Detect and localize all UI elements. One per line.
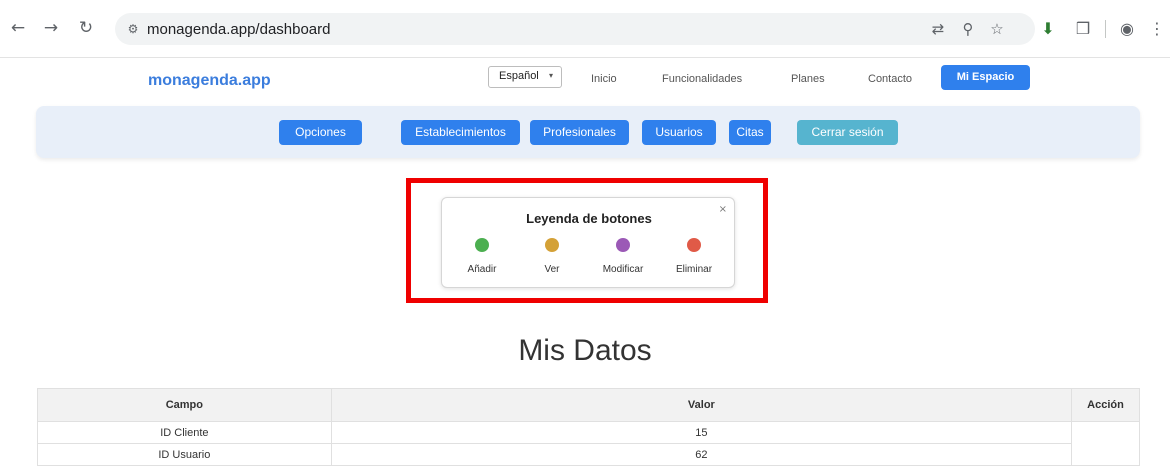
legend-label: Añadir [467,264,497,275]
usuarios-button[interactable]: Usuarios [642,120,716,145]
zoom-icon[interactable]: ⚲ [958,19,978,39]
legend-label: Eliminar [675,264,713,275]
nav-inicio[interactable]: Inicio [591,73,617,85]
page-title: Mis Datos [518,334,652,367]
forward-icon[interactable]: → [41,18,61,38]
back-icon[interactable]: ← [8,18,28,38]
language-select[interactable]: Español ▾ [488,66,562,88]
site-info-icon[interactable]: ⚙ [124,20,142,38]
nav-planes[interactable]: Planes [791,73,825,85]
legend-item-modificar: Modificar [588,238,658,275]
citas-button[interactable]: Citas [729,120,771,145]
column-header: Valor [330,388,1073,422]
cerrar-sesion-button[interactable]: Cerrar sesión [797,120,898,145]
menu-icon[interactable]: ⋮ [1146,18,1168,40]
reload-icon[interactable]: ↻ [76,18,96,38]
site-header: monagenda.app Español ▾ Inicio Funcional… [0,58,1170,106]
profesionales-button[interactable]: Profesionales [530,120,629,145]
profile-icon[interactable]: ◉ [1116,18,1138,40]
browser-toolbar: ← → ↻ ⚙ monagenda.app/dashboard ⇄ ⚲ ☆ ⬇ … [0,0,1170,58]
bookmark-star-icon[interactable]: ☆ [987,19,1007,39]
translate-icon[interactable]: ⇄ [928,19,948,39]
extensions-icon[interactable]: ❒ [1072,18,1094,40]
legend-title: Leyenda de botones [526,211,652,226]
mi-espacio-button[interactable]: Mi Espacio [941,65,1030,90]
legend-label: Ver [544,264,560,275]
edit-color-dot-icon [616,238,630,252]
cell-field: ID Cliente [37,421,332,444]
toolbar-divider [1105,20,1106,38]
add-color-dot-icon [475,238,489,252]
nav-contacto[interactable]: Contacto [868,73,912,85]
language-value: Español [499,70,539,82]
cell-value: 15 [330,421,1073,444]
table-header-row: Campo Valor Acción [37,388,1140,422]
table-row: ID Usuario 62 [37,443,1140,466]
cell-field: ID Usuario [37,443,332,466]
cell-value: 62 [330,443,1073,466]
table-row: ID Cliente 15 [37,421,1140,466]
column-header: Acción [1071,388,1140,422]
brand-logo[interactable]: monagenda.app [148,72,271,90]
data-table: Campo Valor Acción ID Cliente 15 ID Usua… [37,388,1140,466]
nav-funcionalidades[interactable]: Funcionalidades [662,73,742,85]
establecimientos-button[interactable]: Establecimientos [401,120,520,145]
download-icon[interactable]: ⬇ [1037,18,1059,40]
chevron-down-icon: ▾ [548,71,553,80]
view-color-dot-icon [545,238,559,252]
delete-color-dot-icon [687,238,701,252]
legend-item-ver: Ver [517,238,587,275]
url-text[interactable]: monagenda.app/dashboard [147,21,331,38]
legend-item-anadir: Añadir [447,238,517,275]
column-header: Campo [37,388,332,422]
button-legend: × Leyenda de botones Añadir Ver Modifica… [441,197,735,288]
legend-item-eliminar: Eliminar [659,238,729,275]
address-bar[interactable]: ⚙ monagenda.app/dashboard ⇄ ⚲ ☆ [115,13,1035,45]
legend-label: Modificar [602,264,644,275]
opciones-button[interactable]: Opciones [279,120,362,145]
options-panel: Opciones Establecimientos Profesionales … [36,106,1140,158]
